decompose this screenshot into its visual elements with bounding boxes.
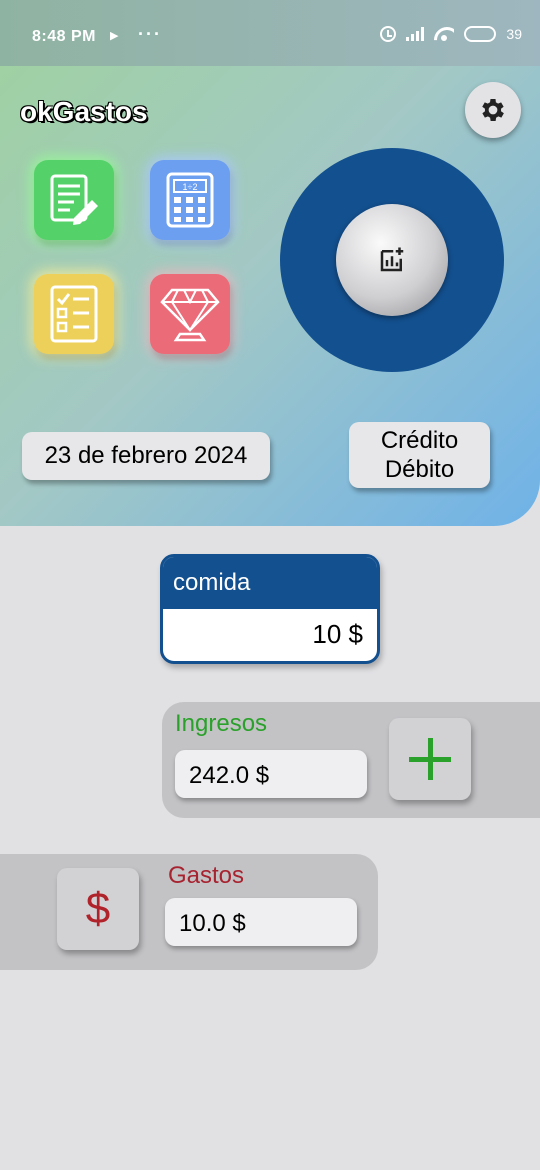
income-panel: Ingresos 242.0 $	[162, 702, 540, 818]
savings-tile[interactable]	[150, 274, 230, 354]
add-report-button[interactable]	[336, 204, 448, 316]
category-card[interactable]: comida 10 $	[160, 554, 380, 664]
checklist-icon	[50, 285, 98, 343]
add-expense-button[interactable]: $	[57, 868, 139, 950]
battery-level: 39	[506, 26, 522, 42]
dollar-icon: $	[85, 884, 111, 933]
payment-mode-button[interactable]: Crédito Débito	[349, 422, 490, 488]
expense-value-field[interactable]: 10.0 $	[165, 898, 357, 946]
settings-button[interactable]	[465, 82, 521, 138]
calculator-tile[interactable]: 1÷2	[150, 160, 230, 240]
income-value-field[interactable]: 242.0 $	[175, 750, 367, 798]
battery-icon	[464, 26, 497, 42]
mode-line-1: Crédito	[380, 427, 459, 454]
status-bar: 8:48 PM ▶ ··· 39	[0, 0, 540, 66]
status-time: 8:48 PM	[32, 28, 96, 45]
document-edit-icon	[50, 174, 98, 225]
summary-ring	[280, 148, 504, 372]
app-title: okGastos	[20, 96, 148, 127]
alarm-icon	[380, 26, 397, 42]
checklist-tile[interactable]	[34, 274, 114, 354]
media-play-icon: ▶	[110, 30, 119, 42]
plus-icon	[409, 738, 451, 780]
calculator-display: 1÷2	[183, 182, 198, 192]
more-notifications-icon: ···	[138, 24, 162, 44]
register-expense-tile[interactable]	[34, 160, 114, 240]
gear-icon	[482, 99, 504, 121]
mode-line-2: Débito	[384, 456, 455, 483]
expense-label: Gastos	[168, 862, 245, 889]
header-panel: okGastos 1÷2 23 de febrero 2024 Crédito …	[0, 66, 540, 526]
calculator-icon: 1÷2	[166, 172, 214, 228]
status-icons: 39	[380, 26, 522, 42]
add-income-button[interactable]	[389, 718, 471, 800]
add-chart-icon	[380, 247, 404, 272]
diamond-icon	[160, 288, 220, 342]
date-selector-button[interactable]: 23 de febrero 2024	[22, 432, 270, 480]
expense-panel: $ Gastos 10.0 $	[0, 854, 378, 970]
income-label: Ingresos	[175, 710, 268, 737]
signal-icon	[406, 27, 425, 41]
wifi-icon	[434, 27, 454, 41]
category-amount: 10 $	[312, 619, 363, 649]
category-name: comida	[163, 557, 377, 609]
